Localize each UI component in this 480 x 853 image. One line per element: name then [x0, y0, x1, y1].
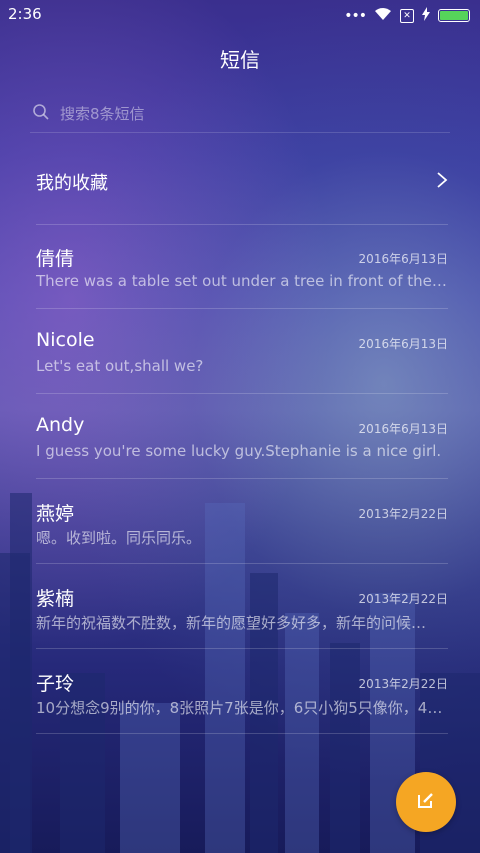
message-preview: 嗯。收到啦。同乐同乐。 [36, 529, 202, 547]
conversation-item[interactable]: Nicole 2016年6月13日 Let's eat out,shall we… [36, 309, 448, 394]
compose-button[interactable] [396, 772, 456, 832]
contact-name: 燕婷 [36, 503, 75, 525]
status-bar: 2:36 ••• ✕ [0, 0, 480, 28]
message-preview: I guess you're some lucky guy.Stephanie … [36, 442, 442, 460]
conversation-item[interactable]: Andy 2016年6月13日 I guess you're some luck… [36, 394, 448, 479]
charging-bolt-icon [422, 6, 430, 25]
message-date: 2016年6月13日 [358, 337, 448, 351]
message-date: 2013年2月22日 [358, 592, 448, 606]
status-time: 2:36 [8, 5, 42, 23]
search-icon [30, 103, 50, 125]
chevron-right-icon [436, 171, 448, 193]
contact-name: 子玲 [36, 673, 75, 695]
message-preview: There was a table set out under a tree i… [36, 272, 448, 290]
compose-icon [416, 790, 436, 814]
conversation-list: 倩倩 2016年6月13日 There was a table set out … [36, 224, 448, 734]
page-title: 短信 [220, 48, 260, 72]
status-icons: ••• ✕ [344, 6, 470, 25]
conversation-item[interactable]: 子玲 2013年2月22日 10分想念9别的你，8张照片7张是你，6只小狗5只像… [36, 649, 448, 734]
message-preview: 新年的祝福数不胜数，新年的愿望好多好多，新年的问候… [36, 614, 427, 632]
contact-name: Andy [36, 414, 85, 436]
wifi-icon [374, 6, 392, 25]
contact-name: 倩倩 [36, 248, 75, 270]
favorites-label: 我的收藏 [36, 173, 108, 194]
contact-name: Nicole [36, 329, 95, 351]
conversation-item[interactable]: 燕婷 2013年2月22日 嗯。收到啦。同乐同乐。 [36, 479, 448, 564]
contact-name: 紫楠 [36, 588, 75, 610]
conversation-item[interactable]: 倩倩 2016年6月13日 There was a table set out … [36, 224, 448, 309]
search-bar[interactable] [30, 96, 450, 133]
search-input[interactable] [58, 104, 422, 124]
message-date: 2016年6月13日 [358, 252, 448, 266]
message-date: 2013年2月22日 [358, 507, 448, 521]
more-dots-icon: ••• [344, 7, 367, 24]
no-sim-icon: ✕ [400, 8, 414, 23]
favorites-row[interactable]: 我的收藏 [36, 140, 448, 225]
battery-icon [438, 9, 470, 22]
message-preview: 10分想念9别的你，8张照片7张是你，6只小狗5只像你，4… [36, 699, 443, 717]
message-preview: Let's eat out,shall we? [36, 357, 204, 375]
conversation-item[interactable]: 紫楠 2013年2月22日 新年的祝福数不胜数，新年的愿望好多好多，新年的问候… [36, 564, 448, 649]
message-date: 2013年2月22日 [358, 677, 448, 691]
message-date: 2016年6月13日 [358, 422, 448, 436]
